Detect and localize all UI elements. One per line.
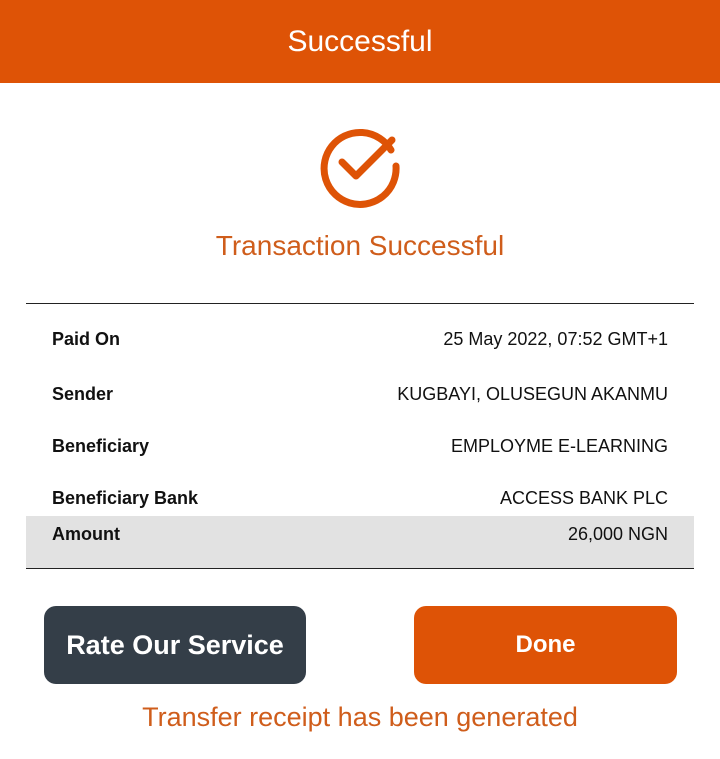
- detail-row-amount: Amount 26,000 NGN: [26, 516, 694, 568]
- detail-row-sender: Sender KUGBAYI, OLUSEGUN AKANMU: [26, 360, 694, 412]
- rate-our-service-button[interactable]: Rate Our Service: [44, 606, 306, 684]
- detail-label: Beneficiary: [52, 436, 150, 456]
- detail-label: Sender: [52, 384, 114, 404]
- detail-value: EMPLOYME E-LEARNING: [450, 436, 668, 456]
- detail-value: ACCESS BANK PLC: [499, 488, 668, 508]
- detail-value: 26,000 NGN: [567, 524, 668, 544]
- detail-label: Beneficiary Bank: [52, 488, 199, 508]
- header-bar: Successful: [0, 0, 720, 83]
- transaction-status-title: Transaction Successful: [215, 230, 505, 261]
- detail-row-beneficiary-bank: Beneficiary Bank ACCESS BANK PLC: [26, 464, 694, 516]
- detail-label: Amount: [52, 524, 120, 544]
- detail-value: 25 May 2022, 07:52 GMT+1: [443, 329, 668, 349]
- transaction-details: Paid On 25 May 2022, 07:52 GMT+1 Sender …: [26, 303, 694, 569]
- header-title: Successful: [287, 24, 433, 58]
- receipt-generated-note: Transfer receipt has been generated: [142, 702, 578, 732]
- detail-value: KUGBAYI, OLUSEGUN AKANMU: [397, 384, 668, 404]
- done-button[interactable]: Done: [414, 606, 677, 684]
- check-circle-icon: [320, 129, 400, 208]
- detail-row-paid-on: Paid On 25 May 2022, 07:52 GMT+1: [26, 304, 694, 360]
- detail-row-beneficiary: Beneficiary EMPLOYME E-LEARNING: [26, 412, 694, 464]
- detail-label: Paid On: [52, 329, 121, 349]
